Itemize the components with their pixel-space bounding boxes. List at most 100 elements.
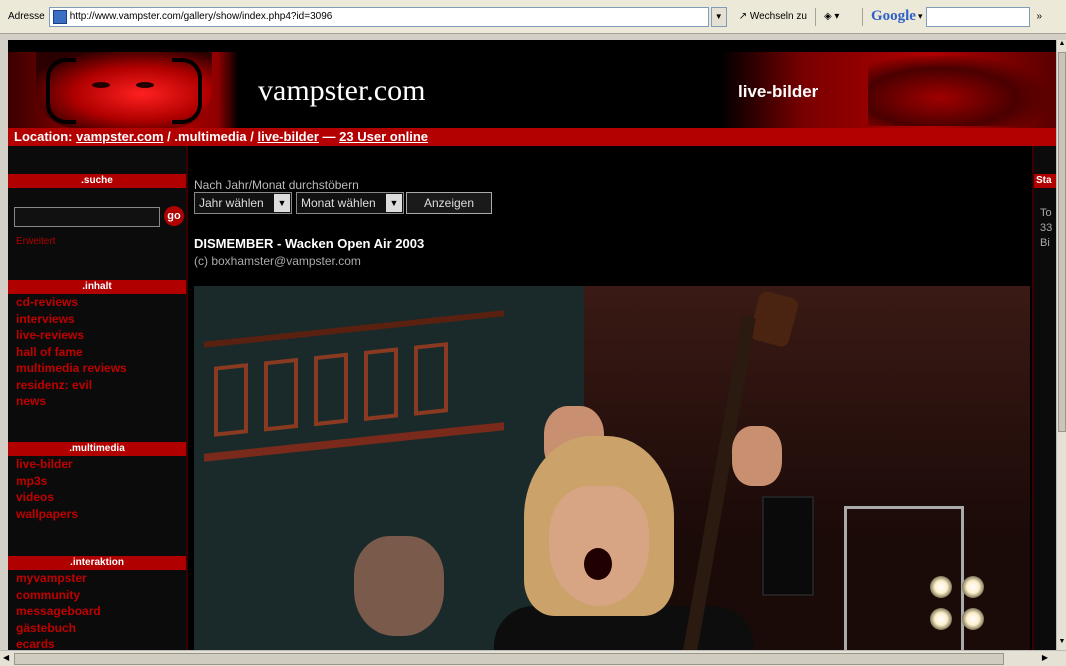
stage-light [962, 608, 984, 630]
singer-mouth [584, 548, 612, 580]
stage-light [930, 608, 952, 630]
menu-item-live-bilder[interactable]: live-bilder [16, 456, 78, 473]
interaction-box-title: .interaktion [8, 556, 186, 570]
search-box-title: .suche [8, 174, 186, 188]
menu-item-multimedia-reviews[interactable]: multimedia reviews [16, 360, 127, 377]
site-header: vampster.com live-bilder [8, 52, 1056, 128]
logo-eye-left [92, 82, 110, 88]
logo-eye-right [136, 82, 154, 88]
breadcrumb-home-link[interactable]: vampster.com [76, 129, 163, 144]
breadcrumb-prefix: Location: [14, 129, 73, 144]
menu-item-mp3s[interactable]: mp3s [16, 473, 78, 490]
content-box-title: .inhalt [8, 280, 186, 294]
guitar-hand [732, 426, 782, 486]
right-sidebar: Sta To 33 Bi [1032, 146, 1056, 650]
page-viewport: vampster.com live-bilder Location: vamps… [8, 40, 1056, 650]
stage-light [930, 576, 952, 598]
google-search-input[interactable] [926, 6, 1031, 27]
vertical-scrollbar[interactable]: ▲ ▼ [1056, 40, 1066, 650]
year-select-value: Jahr wählen [199, 196, 264, 210]
stats-line: Bi [1040, 237, 1050, 249]
show-button[interactable]: Anzeigen [406, 192, 492, 214]
stats-box-title: Sta [1034, 174, 1056, 188]
search-go-button[interactable]: go [164, 206, 184, 226]
studded-wristband [762, 496, 814, 596]
logo-hair-left [46, 58, 76, 124]
breadcrumb-separator: / [246, 129, 258, 144]
chevron-down-icon: ▼ [386, 194, 402, 212]
breadcrumb-live-bilder-link[interactable]: live-bilder [258, 129, 319, 144]
url-text: http://www.vampster.com/gallery/show/ind… [69, 11, 333, 22]
gallery-credit: (c) boxhamster@vampster.com [194, 254, 361, 268]
menu-item-community[interactable]: community [16, 587, 101, 604]
band-banner [194, 286, 584, 650]
multimedia-box-title: .multimedia [8, 442, 186, 456]
stats-line: 33 [1040, 222, 1053, 234]
header-artwork [868, 56, 1048, 126]
menu-item-myvampster[interactable]: myvampster [16, 570, 101, 587]
banner-letter-shape [264, 357, 298, 432]
url-dropdown-button[interactable]: ▼ [710, 6, 727, 27]
banner-letter-shape [314, 352, 348, 427]
singer-face [549, 486, 649, 606]
month-select-value: Monat wählen [301, 196, 376, 210]
toolbar-extension-icon[interactable]: ◈ ▾ [824, 11, 854, 22]
google-toolbar-logo[interactable]: Google [871, 8, 916, 25]
scroll-down-icon[interactable]: ▼ [1057, 638, 1066, 650]
stage-light [962, 576, 984, 598]
band-banner-logo [204, 310, 504, 462]
toolbar-overflow-icon[interactable]: » [1036, 11, 1042, 22]
breadcrumb: Location: vampster.com / .multimedia / l… [8, 128, 1056, 146]
month-select[interactable]: Monat wählen ▼ [296, 192, 404, 214]
interaction-menu: myvampster community messageboard gästeb… [16, 570, 101, 650]
menu-item-live-reviews[interactable]: live-reviews [16, 327, 127, 344]
chevron-down-icon[interactable]: ▾ [918, 11, 923, 22]
scroll-left-icon[interactable]: ◀ [3, 653, 9, 662]
users-online-link[interactable]: 23 User online [339, 129, 428, 144]
horizontal-scrollbar[interactable]: ◀ ▶ [0, 650, 1066, 666]
menu-item-messageboard[interactable]: messageboard [16, 603, 101, 620]
menu-item-guestbook[interactable]: gästebuch [16, 620, 101, 637]
year-select[interactable]: Jahr wählen ▼ [194, 192, 292, 214]
menu-item-ecards[interactable]: ecards [16, 636, 101, 650]
vampire-logo-image[interactable] [36, 52, 212, 128]
page-icon [52, 9, 67, 24]
menu-item-wallpapers[interactable]: wallpapers [16, 506, 78, 523]
section-title: live-bilder [738, 82, 819, 101]
scroll-up-icon[interactable]: ▲ [1057, 40, 1066, 52]
logo-hair-right [172, 58, 202, 124]
left-sidebar: .suche go Erweitert .inhalt cd-reviews i… [8, 146, 188, 650]
breadcrumb-multimedia: .multimedia [174, 129, 247, 144]
banner-letter-shape [414, 342, 448, 416]
menu-item-residenz-evil[interactable]: residenz: evil [16, 377, 127, 394]
menu-item-hall-of-fame[interactable]: hall of fame [16, 344, 127, 361]
menu-item-news[interactable]: news [16, 393, 127, 410]
url-input[interactable]: http://www.vampster.com/gallery/show/ind… [48, 6, 709, 27]
scroll-right-icon[interactable]: ▶ [1042, 653, 1048, 662]
banner-artwork-face [354, 536, 444, 636]
toolbar-divider [814, 7, 816, 26]
horizontal-scroll-thumb[interactable] [14, 653, 1004, 665]
concert-photo[interactable] [194, 286, 1030, 650]
advanced-search-link[interactable]: Erweitert [16, 236, 55, 247]
content-menu: cd-reviews interviews live-reviews hall … [16, 294, 127, 410]
address-label: Adresse [8, 11, 45, 22]
chevron-down-icon: ▼ [274, 194, 290, 212]
toolbar-divider [861, 7, 863, 26]
vertical-scroll-thumb[interactable] [1058, 52, 1066, 432]
banner-letter-shape [364, 347, 398, 421]
menu-item-videos[interactable]: videos [16, 489, 78, 506]
gallery-title: DISMEMBER - Wacken Open Air 2003 [194, 236, 425, 251]
stats-box-text: To 33 Bi [1040, 206, 1056, 251]
menu-item-interviews[interactable]: interviews [16, 311, 127, 328]
stats-line: To [1040, 207, 1052, 219]
breadcrumb-separator: / [163, 129, 175, 144]
main-content: Nach Jahr/Monat durchstöbern Jahr wählen… [190, 146, 1032, 650]
search-input[interactable] [14, 207, 160, 227]
breadcrumb-separator: — [318, 129, 340, 144]
banner-letter-shape [214, 363, 248, 437]
site-title[interactable]: vampster.com [258, 74, 425, 108]
address-bar: Adresse http://www.vampster.com/gallery/… [0, 0, 1066, 34]
menu-item-cd-reviews[interactable]: cd-reviews [16, 294, 127, 311]
go-button[interactable]: ↗ Wechseln zu [739, 11, 807, 22]
